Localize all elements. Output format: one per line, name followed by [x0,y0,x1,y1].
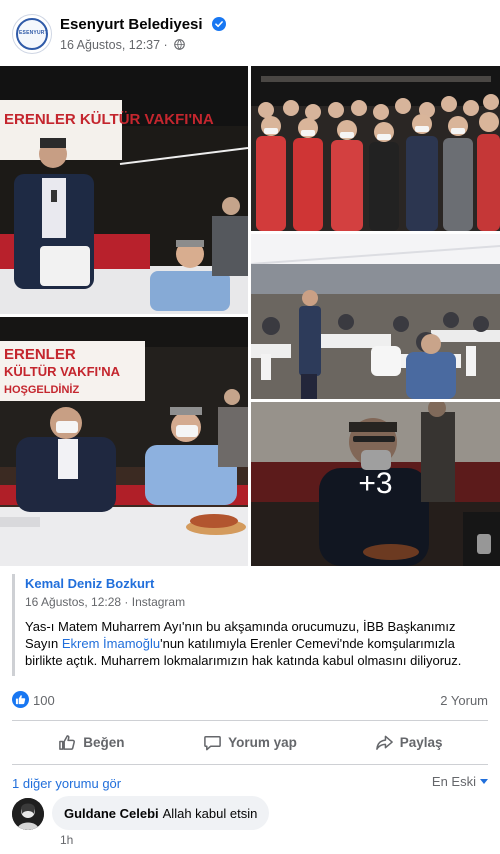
photo-3-image [251,234,500,399]
comment-icon [204,735,221,750]
post-card: ESENYURT Esenyurt Belediyesi 16 Ağustos,… [0,0,500,854]
reaction-count[interactable]: 100 [33,693,55,708]
commenter-avatar[interactable] [12,798,44,830]
photo-1-image: ERENLER KÜLTÜR VAKFI'NA [0,66,248,314]
like-label: Beğen [83,734,125,750]
share-button[interactable]: Paylaş [329,724,488,760]
comment-time[interactable]: 1h [60,833,73,847]
comment-button[interactable]: Yorum yap [171,724,330,760]
banner-4-bottom: HOŞGELDİNİZ [4,383,79,396]
photo-grid: ERENLER KÜLTÜR VAKFI'NA ERENLER KÜLTÜR V… [0,66,500,566]
view-more-comments-link[interactable]: 1 diğer yorumu gör [12,776,121,791]
like-reaction-icon[interactable] [12,691,29,708]
share-label: Paylaş [399,734,443,750]
page-avatar[interactable]: ESENYURT [12,14,52,54]
commenter-avatar-image [12,798,44,830]
shared-meta: 16 Ağustos, 12:28 · Instagram [25,595,186,609]
post-header: ESENYURT Esenyurt Belediyesi 16 Ağustos,… [12,12,488,56]
shared-post: Kemal Deniz Bozkurt 16 Ağustos, 12:28 · … [12,574,488,676]
photo-3[interactable] [251,234,500,399]
post-meta: 16 Ağustos, 12:37 · [60,38,186,52]
comment-text: Allah kabul etsin [162,805,258,821]
comment-label: Yorum yap [228,734,297,750]
banner-1-text: ERENLER KÜLTÜR VAKFI'NA [4,111,214,128]
caret-down-icon [480,779,488,784]
mention-link[interactable]: Ekrem İmamoğlu [62,636,160,651]
photo-4[interactable]: ERENLER KÜLTÜR VAKFI'NA HOŞGELDİNİZ [0,317,248,566]
page-name[interactable]: Esenyurt Belediyesi [60,16,203,33]
comment-item: Guldane Celebi Allah kabul etsin 1h [12,796,488,848]
photo-5-more[interactable]: +3 [251,402,500,566]
page-name-row: Esenyurt Belediyesi [60,16,226,33]
shared-text: Yas-ı Matem Muharrem Ayı'nın bu akşamınd… [25,618,490,669]
comments-header: 1 diğer yorumu gör En Eski [12,774,488,792]
photo-4-image: ERENLER KÜLTÜR VAKFI'NA HOŞGELDİNİZ [0,317,248,566]
globe-icon [174,39,186,50]
shared-author[interactable]: Kemal Deniz Bozkurt [25,576,488,591]
more-photos-count: +3 [358,467,393,500]
banner-4-top: ERENLER [4,346,76,363]
comment-sort-dropdown[interactable]: En Eski [432,774,488,789]
like-icon [59,734,76,750]
avatar-logo-text: ESENYURT [19,30,48,36]
comment-count[interactable]: 2 Yorum [440,693,488,708]
more-photos-overlay: +3 [251,402,500,566]
sort-label: En Eski [431,774,476,789]
photo-2-image [251,66,500,231]
like-button[interactable]: Beğen [12,724,171,760]
comment-bubble: Guldane Celebi Allah kabul etsin [52,796,270,830]
post-timestamp[interactable]: 16 Ağustos, 12:37 · [60,38,168,52]
share-icon [375,735,393,750]
commenter-name[interactable]: Guldane Celebi [64,806,159,821]
verified-badge-icon [211,17,226,31]
action-bar: Beğen Yorum yap Paylaş [12,724,488,760]
reactions-summary: 100 2 Yorum [12,690,488,712]
divider-bottom [12,764,488,765]
thumbs-up-icon [15,695,26,705]
photo-2[interactable] [251,66,500,231]
banner-4-mid: KÜLTÜR VAKFI'NA [4,364,121,379]
divider-top [12,720,488,721]
photo-1[interactable]: ERENLER KÜLTÜR VAKFI'NA [0,66,248,314]
